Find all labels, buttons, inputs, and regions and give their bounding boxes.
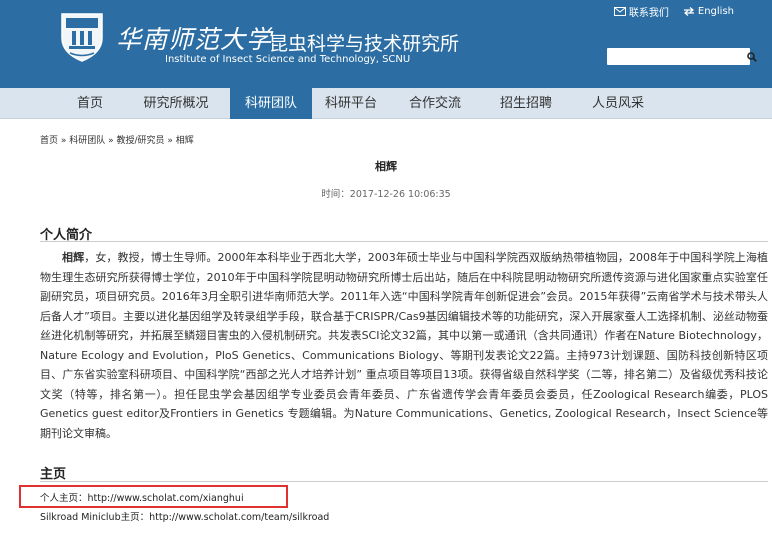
nav-item[interactable]: 研究所概况 bbox=[122, 88, 230, 119]
site-search bbox=[607, 48, 757, 65]
nav-item[interactable]: 人员风采 bbox=[572, 88, 664, 119]
publish-time: 时间：2017-12-26 10:06:35 bbox=[321, 189, 451, 200]
breadcrumb: 首页 » 科研团队 » 教授/研究员 » 相辉 bbox=[40, 136, 194, 146]
page-title: 相辉 bbox=[375, 160, 397, 173]
contact-us-link[interactable]: 联系我们 bbox=[613, 4, 669, 19]
search-icon bbox=[747, 51, 757, 62]
silkroad-homepage-link[interactable]: Silkroad Miniclub主页：http://www.scholat.c… bbox=[40, 509, 329, 523]
nav-item[interactable]: 科研平台 bbox=[312, 88, 390, 119]
english-label: English bbox=[697, 6, 734, 17]
nav-item[interactable]: 科研团队 bbox=[230, 88, 312, 119]
nav-list: 首页 研究所概况 科研团队 科研平台 合作交流 招生招聘 人员风采 bbox=[58, 88, 664, 119]
university-name-script: 华南师范大学 bbox=[116, 25, 273, 54]
search-button[interactable] bbox=[747, 48, 757, 65]
university-crest-icon[interactable] bbox=[60, 12, 104, 62]
contact-us-label: 联系我们 bbox=[628, 8, 669, 19]
main-nav: 首页 研究所概况 科研团队 科研平台 合作交流 招生招聘 人员风采 bbox=[0, 88, 772, 119]
homepage-heading: 主页 bbox=[40, 467, 67, 482]
mail-icon bbox=[613, 7, 626, 16]
switch-language-icon bbox=[683, 7, 694, 16]
bio-name: 相辉 bbox=[62, 251, 85, 264]
bio-divider bbox=[40, 241, 768, 242]
nav-item[interactable]: 合作交流 bbox=[390, 88, 480, 119]
institute-name-en: Institute of Insect Science and Technolo… bbox=[165, 54, 411, 65]
bio-paragraph: 相辉，女，教授，博士生导师。2000年本科毕业于西北大学，2003年硕士毕业与中… bbox=[40, 248, 768, 443]
highlight-box bbox=[19, 485, 288, 508]
nav-item[interactable]: 招生招聘 bbox=[480, 88, 572, 119]
homepage-divider bbox=[40, 481, 768, 482]
site-header: 华南师范大学 昆虫科学与技术研究所 Institute of Insect Sc… bbox=[0, 0, 772, 88]
nav-item[interactable]: 首页 bbox=[58, 88, 122, 119]
english-link[interactable]: English bbox=[683, 6, 734, 17]
bio-text: ，女，教授，博士生导师。2000年本科毕业于西北大学，2003年硕士毕业与中国科… bbox=[40, 251, 769, 440]
institute-name-cn: 昆虫科学与技术研究所 bbox=[269, 33, 460, 55]
search-input[interactable] bbox=[607, 48, 747, 65]
top-links: 联系我们 English bbox=[600, 4, 734, 19]
